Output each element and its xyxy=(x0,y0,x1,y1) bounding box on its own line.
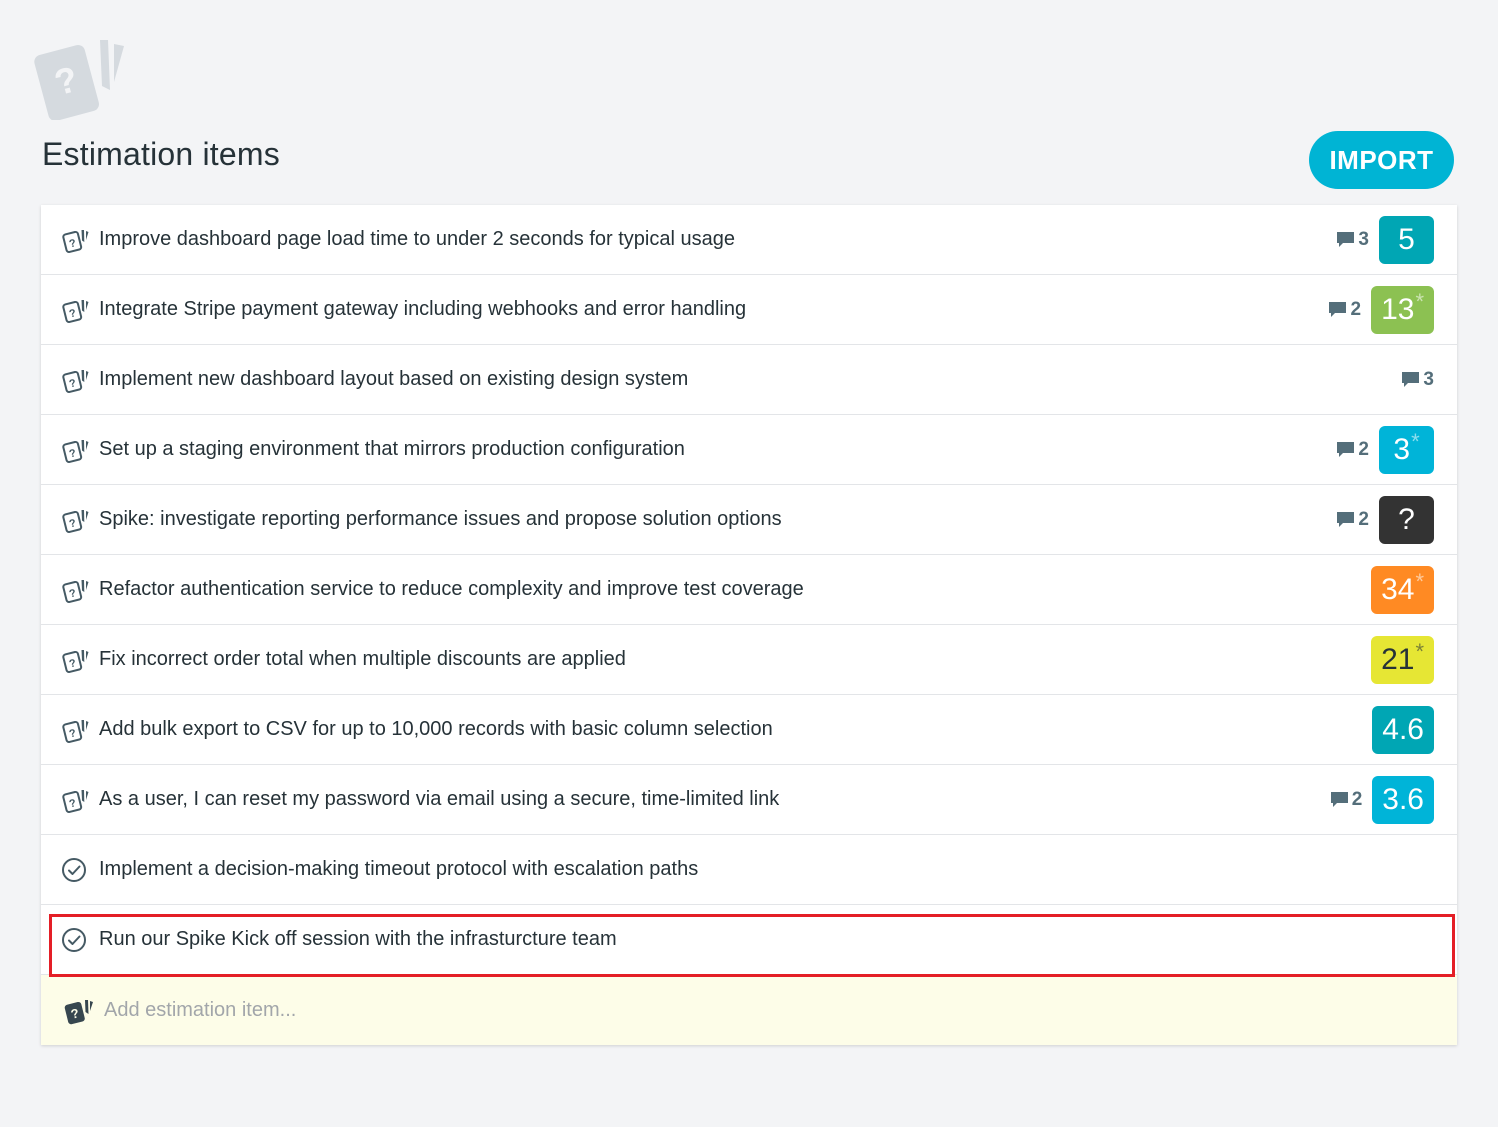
estimation-item-row[interactable]: ? Implement new dashboard layout based on… xyxy=(41,345,1457,415)
import-button[interactable]: IMPORT xyxy=(1309,131,1454,189)
card-icon: ? xyxy=(62,440,89,463)
estimation-item-row[interactable]: Implement a decision-making timeout prot… xyxy=(41,835,1457,905)
estimate-value: ? xyxy=(1398,502,1415,536)
page-title: Estimation items xyxy=(42,136,280,172)
estimation-item-row[interactable]: ? Refactor authentication service to redu… xyxy=(41,555,1457,625)
estimation-items-list: ? Improve dashboard page load time to und… xyxy=(41,205,1457,1045)
card-icon: ? xyxy=(62,370,89,393)
estimation-item-meta: 35 xyxy=(1336,205,1434,274)
estimate-badge[interactable]: 5 xyxy=(1379,215,1434,264)
estimation-item-row[interactable]: ? Set up a staging environment that mirro… xyxy=(41,415,1457,485)
estimation-item-meta: 2 13 * xyxy=(1328,275,1434,344)
card-icon: ? xyxy=(62,720,89,743)
estimation-item-row[interactable]: ? Fix incorrect order total when multiple… xyxy=(41,625,1457,695)
card-icon: ? xyxy=(62,300,89,323)
svg-text:?: ? xyxy=(68,587,78,600)
comment-count-value: 2 xyxy=(1358,508,1369,530)
estimation-item-meta: 21 * xyxy=(1371,625,1434,694)
comment-count-value: 3 xyxy=(1358,228,1369,250)
estimate-value: 34 xyxy=(1381,572,1415,606)
comment-icon xyxy=(1330,791,1348,807)
estimate-value: 13 xyxy=(1381,292,1415,326)
comment-count-value: 2 xyxy=(1351,788,1363,810)
estimation-item-row[interactable]: ? Add bulk export to CSV for up to 10,000… xyxy=(41,695,1457,765)
svg-text:?: ? xyxy=(68,447,78,460)
svg-text:?: ? xyxy=(68,307,78,320)
estimation-item-meta: 2 3.6 xyxy=(1330,765,1434,834)
estimate-value: 5 xyxy=(1398,222,1415,256)
estimation-item-title: Fix incorrect order total when multiple … xyxy=(99,648,626,670)
estimation-item-meta: 2? xyxy=(1336,485,1434,554)
app-logo: ? xyxy=(34,40,124,120)
svg-text:?: ? xyxy=(68,727,78,740)
estimation-item-title: Add bulk export to CSV for up to 10,000 … xyxy=(99,718,773,740)
estimation-item-row[interactable]: Run our Spike Kick off session with the … xyxy=(41,905,1457,975)
card-icon: ? xyxy=(62,580,89,603)
card-icon: ? xyxy=(62,230,89,253)
estimation-item-title: Implement a decision-making timeout prot… xyxy=(99,858,699,880)
comment-count[interactable]: 2 xyxy=(1330,788,1363,811)
card-icon: ? xyxy=(62,790,89,813)
estimation-item-row[interactable]: ? Integrate Stripe payment gateway includ… xyxy=(41,275,1457,345)
card-icon: ? xyxy=(62,510,89,533)
estimation-item-title: As a user, I can reset my password via e… xyxy=(99,788,780,810)
estimate-badge[interactable]: 4.6 xyxy=(1372,705,1434,754)
estimate-star: * xyxy=(1415,638,1424,664)
comment-icon xyxy=(1337,511,1355,527)
comment-count[interactable]: 2 xyxy=(1336,439,1369,461)
estimation-item-meta: 4.6 xyxy=(1372,695,1434,764)
estimate-badge[interactable]: 21 * xyxy=(1371,635,1434,684)
estimate-star: * xyxy=(1415,288,1424,314)
estimate-badge[interactable]: 3 * xyxy=(1379,425,1434,474)
comment-count[interactable]: 3 xyxy=(1401,369,1434,391)
check-circle-icon xyxy=(62,858,86,882)
svg-text:?: ? xyxy=(68,517,78,530)
estimation-item-title: Spike: investigate reporting performance… xyxy=(99,508,782,530)
comment-count-value: 2 xyxy=(1358,438,1369,460)
estimate-badge[interactable]: 34 * xyxy=(1371,565,1434,614)
estimation-item-title: Refactor authentication service to reduc… xyxy=(99,578,804,600)
estimation-item-title: Improve dashboard page load time to unde… xyxy=(99,228,735,250)
estimation-item-row[interactable]: ? Improve dashboard page load time to und… xyxy=(41,205,1457,275)
estimate-badge[interactable]: 3.6 xyxy=(1372,775,1434,824)
estimation-item-meta: 34 * xyxy=(1371,555,1434,624)
estimation-item-title: Set up a staging environment that mirror… xyxy=(99,438,685,460)
card-icon: ? xyxy=(64,1000,93,1025)
estimate-star: * xyxy=(1411,428,1420,454)
card-icon: ? xyxy=(62,650,89,673)
estimation-item-row[interactable]: ? Spike: investigate reporting performanc… xyxy=(41,485,1457,555)
svg-text:?: ? xyxy=(68,377,78,390)
estimation-item-title: Run our Spike Kick off session with the … xyxy=(99,928,617,950)
svg-text:?: ? xyxy=(68,657,78,670)
estimate-value: 3.6 xyxy=(1382,782,1424,816)
comment-icon xyxy=(1337,231,1355,247)
estimate-value: 3 xyxy=(1393,432,1411,466)
estimation-item-meta: 3 xyxy=(1401,345,1434,414)
comment-icon xyxy=(1329,301,1347,317)
estimation-item-title: Implement new dashboard layout based on … xyxy=(99,368,689,390)
estimate-badge[interactable]: 13 * xyxy=(1371,285,1434,334)
estimation-item-meta: 2 3 * xyxy=(1336,415,1434,484)
comment-count-value: 3 xyxy=(1423,368,1434,390)
comment-count[interactable]: 3 xyxy=(1336,229,1369,251)
check-circle-icon xyxy=(62,928,86,952)
estimate-value: 4.6 xyxy=(1382,712,1424,746)
add-estimation-item-row: ? xyxy=(41,975,1457,1045)
add-estimation-item-input[interactable] xyxy=(104,992,904,1028)
comment-count[interactable]: 2 xyxy=(1336,509,1369,531)
estimation-item-title: Integrate Stripe payment gateway includi… xyxy=(99,298,747,320)
svg-text:?: ? xyxy=(68,237,78,250)
svg-text:?: ? xyxy=(68,797,78,810)
comment-count-value: 2 xyxy=(1350,298,1362,320)
estimation-item-row[interactable]: ? As a user, I can reset my password via … xyxy=(41,765,1457,835)
comment-icon xyxy=(1402,371,1420,387)
estimate-star: * xyxy=(1415,568,1424,594)
comment-icon xyxy=(1337,441,1355,457)
estimate-value: 21 xyxy=(1381,642,1415,676)
comment-count[interactable]: 2 xyxy=(1328,299,1361,321)
estimate-badge[interactable]: ? xyxy=(1379,495,1434,544)
